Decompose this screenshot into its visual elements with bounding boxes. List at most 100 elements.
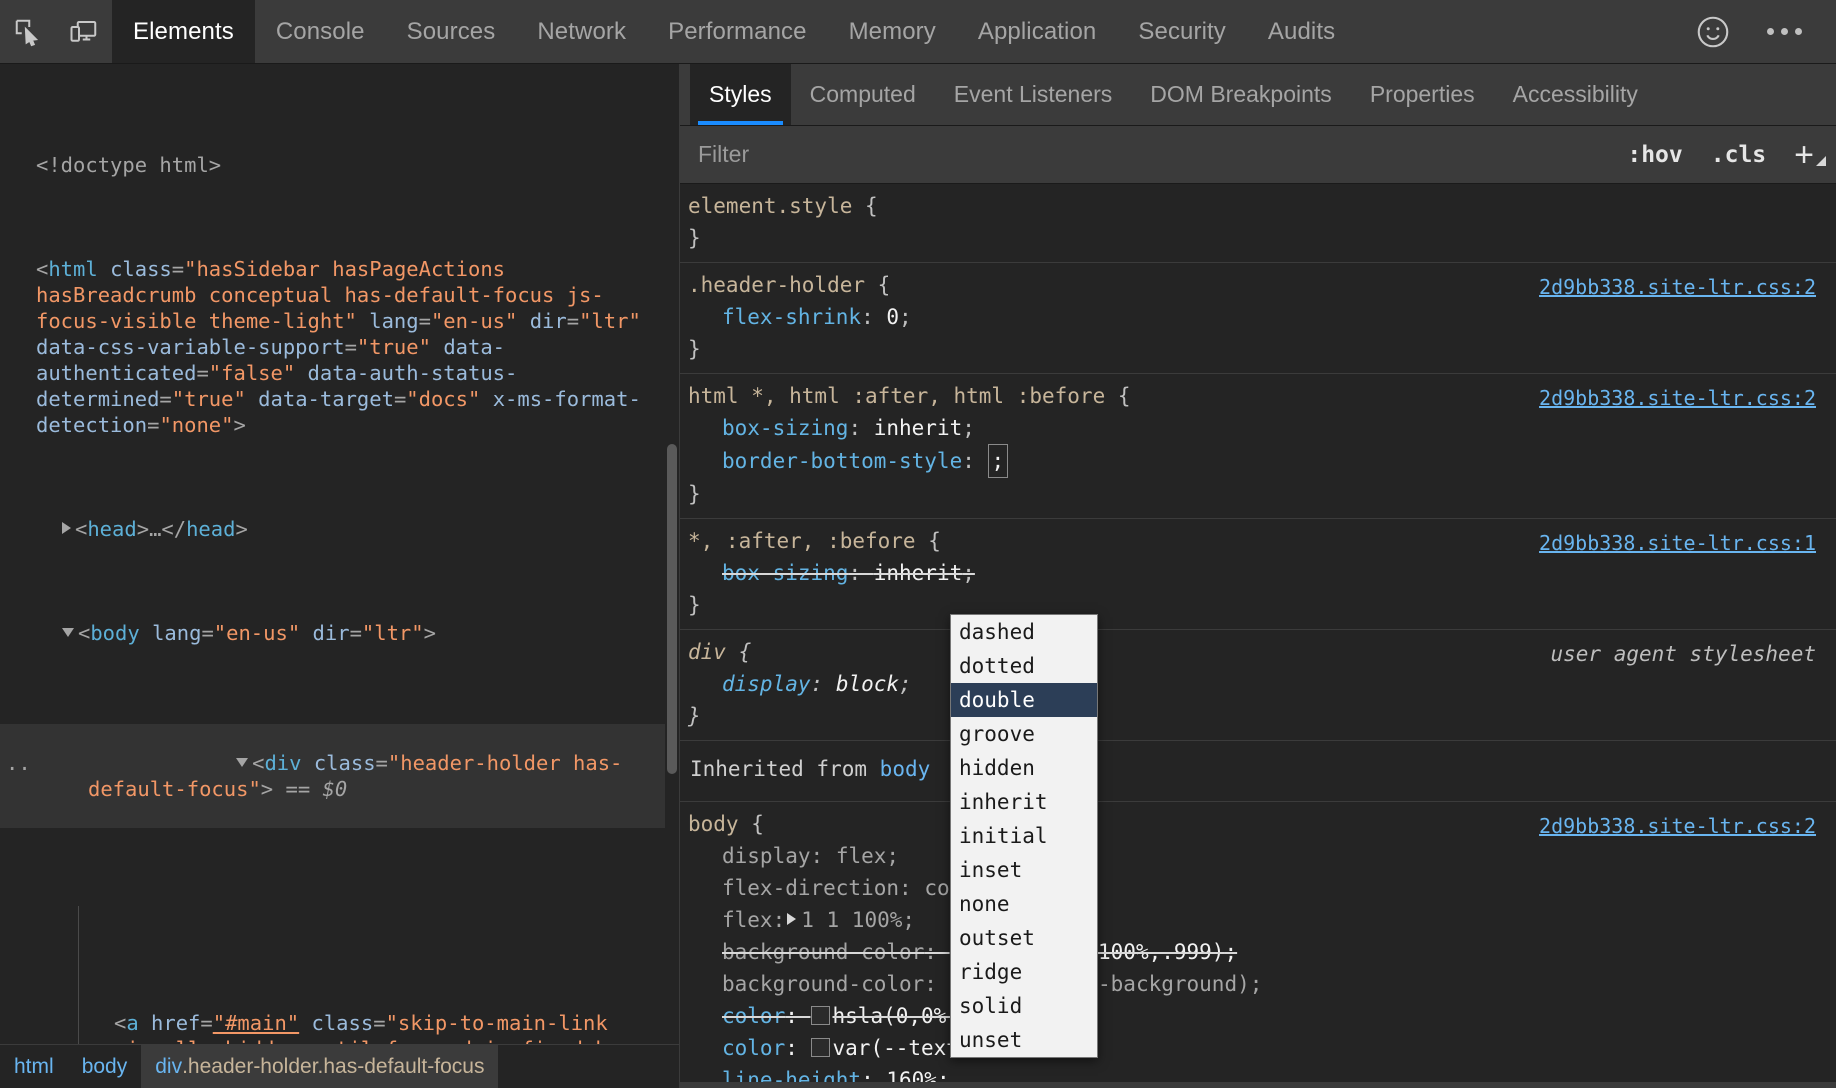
tab-console-label: Console <box>275 17 365 45</box>
toggle-element-state-button[interactable]: :hov <box>1613 142 1696 168</box>
breadcrumb-item-html[interactable]: html <box>0 1045 68 1088</box>
css-source-link[interactable]: 2d9bb338.site-ltr.css:2 <box>1539 810 1816 842</box>
css-rule-html-universal[interactable]: 2d9bb338.site-ltr.css:2 html *, html :af… <box>680 374 1836 519</box>
dom-line-doctype[interactable]: <!doctype html> <box>0 152 665 178</box>
css-declaration[interactable]: flex-direction: column; <box>680 872 1836 904</box>
css-rule-header-holder[interactable]: 2d9bb338.site-ltr.css:2 .header-holder {… <box>680 263 1836 374</box>
autocomplete-item-inset[interactable]: inset <box>951 853 1097 887</box>
collapse-arrow-icon[interactable] <box>236 757 249 767</box>
tab-performance[interactable]: Performance <box>647 0 828 63</box>
styles-horizontal-scrollbar[interactable] <box>680 1082 1836 1088</box>
css-rule-close-brace: } <box>688 226 701 250</box>
hov-label: :hov <box>1627 141 1683 168</box>
tab-elements[interactable]: Elements <box>112 0 255 63</box>
dom-line-header-holder-selected[interactable]: .. <div class="header-holder has-default-… <box>0 724 665 828</box>
collapse-arrow-icon[interactable] <box>62 627 74 637</box>
css-rule-body[interactable]: 2d9bb338.site-ltr.css:2 body { display: … <box>680 802 1836 1088</box>
css-selector[interactable]: element.style { <box>680 190 1836 222</box>
tab-memory[interactable]: Memory <box>828 0 957 63</box>
css-declaration[interactable]: box-sizing: inherit; <box>680 412 1836 444</box>
tab-computed[interactable]: Computed <box>791 64 935 125</box>
dom-tree-scrollbar[interactable] <box>667 444 677 774</box>
breadcrumb-item-header-holder[interactable]: div .header-holder.has-default-focus <box>141 1045 499 1088</box>
css-property-value[interactable]: inherit <box>874 416 963 440</box>
css-rules-list[interactable]: element.style { } 2d9bb338.site-ltr.css:… <box>680 184 1836 1088</box>
css-property-name: flex <box>722 908 773 932</box>
autocomplete-item-groove[interactable]: groove <box>951 717 1097 751</box>
css-declaration[interactable]: display: flex; <box>680 840 1836 872</box>
css-source-link[interactable]: 2d9bb338.site-ltr.css:2 <box>1539 382 1816 414</box>
autocomplete-item-outset[interactable]: outset <box>951 921 1097 955</box>
styles-filter-input[interactable] <box>680 141 1614 168</box>
dom-line-skip-link[interactable]: <a href="#main" class="skip-to-main-link… <box>0 1010 665 1044</box>
device-toolbar-icon[interactable] <box>56 0 112 63</box>
css-property-value[interactable]: 0 <box>886 305 899 329</box>
css-source-link[interactable]: 2d9bb338.site-ltr.css:1 <box>1539 527 1816 559</box>
css-rule-universal[interactable]: 2d9bb338.site-ltr.css:1 *, :after, :befo… <box>680 519 1836 630</box>
css-property-value[interactable]: block <box>836 672 899 696</box>
tab-audits[interactable]: Audits <box>1247 0 1356 63</box>
css-property-value[interactable]: inherit <box>874 561 963 585</box>
cursor-select-icon[interactable] <box>0 0 56 63</box>
css-declaration-editing[interactable]: border-bottom-style: ; <box>680 444 1836 478</box>
new-style-rule-button[interactable]: + <box>1780 138 1836 172</box>
tab-dom-breakpoints-label: DOM Breakpoints <box>1150 81 1332 107</box>
autocomplete-item-unset[interactable]: unset <box>951 1023 1097 1057</box>
css-declaration[interactable]: display: block; <box>680 668 1836 700</box>
tab-accessibility[interactable]: Accessibility <box>1494 64 1657 125</box>
css-rule-close-brace: } <box>688 482 701 506</box>
color-swatch[interactable] <box>810 1006 830 1025</box>
css-rule-div-ua[interactable]: user agent stylesheet div { display: blo… <box>680 630 1836 741</box>
css-declaration-overridden[interactable]: background-color: hsla(0,0%,100%,.999); <box>680 936 1836 968</box>
element-classes-button[interactable]: .cls <box>1697 142 1780 168</box>
css-declaration-flex[interactable]: flex: 1 1 100%; <box>680 904 1836 936</box>
more-options-icon[interactable] <box>1751 28 1818 35</box>
css-declaration[interactable]: color: var(--text); <box>680 1032 1836 1064</box>
dom-line-head[interactable]: <head>…</head> <box>0 516 665 542</box>
dom-tree[interactable]: <!doctype html> <html class="hasSidebar … <box>0 74 679 1044</box>
expand-shorthand-icon[interactable] <box>787 913 797 925</box>
dom-line-body[interactable]: <body lang="en-us" dir="ltr"> <box>0 620 665 646</box>
css-property-name: border-bottom-style <box>722 449 963 473</box>
tab-event-listeners[interactable]: Event Listeners <box>935 64 1132 125</box>
dom-line-html[interactable]: <html class="hasSidebar hasPageActions h… <box>0 256 665 438</box>
autocomplete-item-hidden[interactable]: hidden <box>951 751 1097 785</box>
css-source-link[interactable]: 2d9bb338.site-ltr.css:2 <box>1539 271 1816 303</box>
tab-application[interactable]: Application <box>957 0 1118 63</box>
autocomplete-item-dashed[interactable]: dashed <box>951 615 1097 649</box>
inherited-from-text: Inherited from <box>690 757 868 781</box>
tab-properties[interactable]: Properties <box>1351 64 1494 125</box>
breadcrumb-item-body[interactable]: body <box>68 1045 142 1088</box>
tab-console[interactable]: Console <box>255 0 386 63</box>
color-swatch[interactable] <box>810 1038 830 1057</box>
css-declaration[interactable]: background-color: var(--body-background)… <box>680 968 1836 1000</box>
css-declaration-overridden[interactable]: color: hsla(0,0%,9%,1); <box>680 1000 1836 1032</box>
autocomplete-item-initial[interactable]: initial <box>951 819 1097 853</box>
autocomplete-item-inherit[interactable]: inherit <box>951 785 1097 819</box>
autocomplete-item-solid[interactable]: solid <box>951 989 1097 1023</box>
smiley-face-icon[interactable] <box>1685 4 1741 60</box>
styles-tab-strip: Styles Computed Event Listeners DOM Brea… <box>680 64 1836 126</box>
css-declaration-overridden[interactable]: box-sizing: inherit; <box>680 557 1836 589</box>
tab-styles[interactable]: Styles <box>690 64 791 125</box>
css-value-edit-field[interactable]: ; <box>987 444 1009 478</box>
tab-sources[interactable]: Sources <box>386 0 517 63</box>
panel-tab-strip: Elements Console Sources Network Perform… <box>112 0 1356 63</box>
css-rule-element-style[interactable]: element.style { } <box>680 184 1836 263</box>
css-property-name: background-color <box>722 940 925 964</box>
autocomplete-item-double[interactable]: double <box>951 683 1097 717</box>
autocomplete-item-ridge[interactable]: ridge <box>951 955 1097 989</box>
autocomplete-label: inset <box>959 858 1023 882</box>
inherited-from-node[interactable]: body <box>880 757 931 781</box>
dom-tree-scroll[interactable]: <!doctype html> <html class="hasSidebar … <box>0 64 679 1044</box>
css-declaration[interactable]: flex-shrink: 0; <box>680 301 1836 333</box>
css-property-value[interactable]: 1 1 100% <box>801 908 902 932</box>
autocomplete-item-dotted[interactable]: dotted <box>951 649 1097 683</box>
css-property-value[interactable]: flex <box>836 844 887 868</box>
tab-dom-breakpoints[interactable]: DOM Breakpoints <box>1131 64 1351 125</box>
autocomplete-item-none[interactable]: none <box>951 887 1097 921</box>
tab-network[interactable]: Network <box>516 0 647 63</box>
css-value-autocomplete-dropdown[interactable]: dashed dotted double groove hidden inher… <box>950 614 1098 1058</box>
tab-security[interactable]: Security <box>1117 0 1247 63</box>
expand-arrow-icon[interactable] <box>62 522 71 534</box>
